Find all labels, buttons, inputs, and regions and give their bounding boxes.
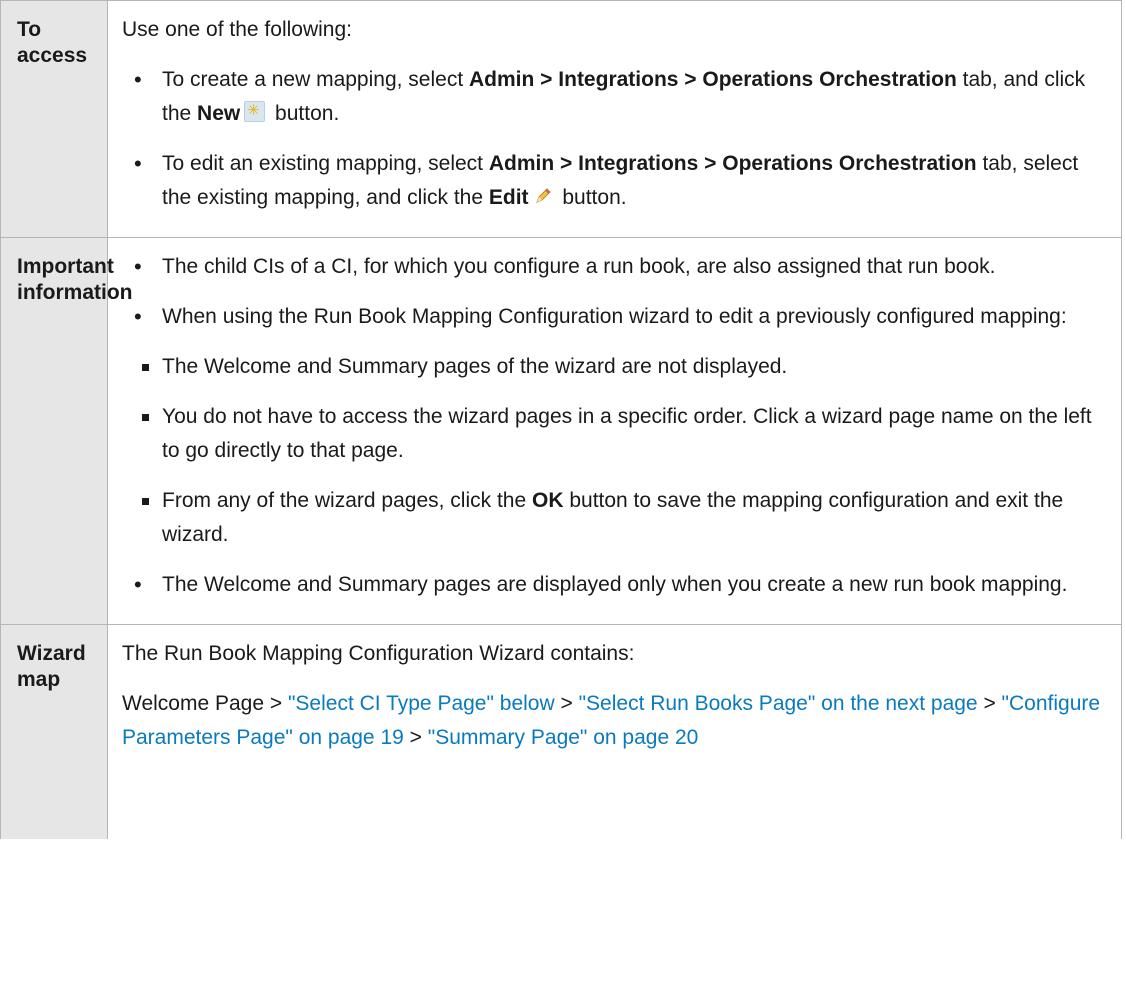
button-name: OK [532,489,564,512]
list-item: To create a new mapping, select Admin > … [122,63,1113,131]
sub-list-item: You do not have to access the wizard pag… [122,400,1113,468]
row-body: Use one of the following: To create a ne… [107,0,1122,238]
bullet-list: The Welcome and Summary pages are displa… [122,568,1113,602]
sub-list-item: The Welcome and Summary pages of the wiz… [122,350,1113,384]
row-body: The child CIs of a CI, for which you con… [107,237,1122,625]
row-header: Wizard map [0,624,108,839]
row-header-text: map [17,668,61,691]
row-header: To access [0,0,108,238]
info-table: To access Use one of the following: To c… [0,0,1122,839]
sub-list-item: From any of the wizard pages, click the … [122,484,1113,552]
row-to-access: To access Use one of the following: To c… [0,0,1122,238]
intro-text: The Run Book Mapping Configuration Wizar… [122,642,635,665]
list-item: To edit an existing mapping, select Admi… [122,147,1113,215]
row-body: The Run Book Mapping Configuration Wizar… [107,624,1122,839]
row-important-information: Important information The child CIs of a… [0,237,1122,625]
row-header-text: information [17,281,133,304]
row-header: Important information [0,237,133,625]
bullet-list: To create a new mapping, select Admin > … [122,63,1113,215]
menu-path: Admin > Integrations > Operations Orches… [469,68,957,91]
button-name: New [197,102,241,125]
row-header-text: To access [17,18,88,67]
list-item: The child CIs of a CI, for which you con… [122,250,1113,284]
menu-path: Admin > Integrations > Operations Orches… [488,152,977,175]
row-header-text: Important [17,255,114,278]
link-select-run-books-page[interactable]: "Select Run Books Page" on the next page [579,692,978,715]
link-select-ci-type-page[interactable]: "Select CI Type Page" below [288,692,555,715]
intro-text: Use one of the following: [122,18,352,41]
list-item: When using the Run Book Mapping Configur… [122,300,1113,334]
wizard-map: Welcome Page > "Select CI Type Page" bel… [122,692,1101,749]
sub-bullet-list: The Welcome and Summary pages of the wiz… [122,350,1113,552]
link-summary-page[interactable]: "Summary Page" on page 20 [428,726,699,749]
row-header-text: Wizard [17,642,86,665]
edit-icon [533,186,553,206]
list-item: The Welcome and Summary pages are displa… [122,568,1113,602]
button-name: Edit [488,186,529,209]
new-icon [244,94,266,128]
row-wizard-map: Wizard map The Run Book Mapping Configur… [0,624,1122,839]
bullet-list: The child CIs of a CI, for which you con… [122,250,1113,334]
